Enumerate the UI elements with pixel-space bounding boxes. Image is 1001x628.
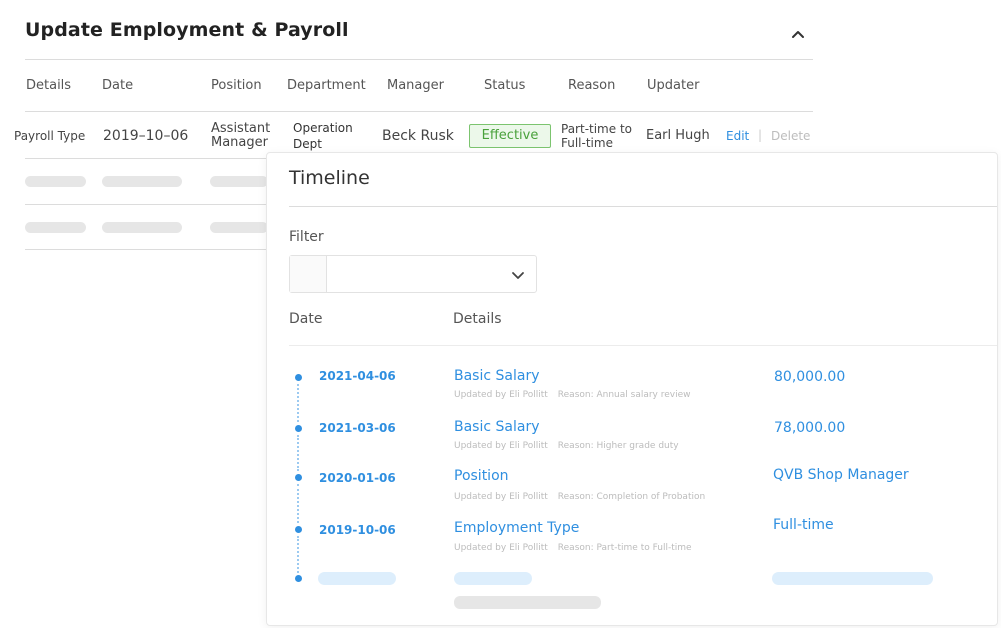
timeline-entry-meta: Updated by Eli Pollitt Reason: Completion… [454, 492, 706, 502]
skeleton-name [454, 572, 532, 585]
row-divider [25, 204, 270, 205]
skeleton-meta [454, 596, 601, 609]
col-department: Department [287, 78, 366, 93]
status-badge: Effective [469, 124, 551, 148]
delete-link[interactable]: Delete [771, 129, 810, 143]
skeleton-cell [102, 176, 182, 187]
timeline-dot [295, 425, 302, 432]
timeline-dot [295, 474, 302, 481]
col-manager: Manager [387, 78, 444, 93]
row-reason: Part-time to Full-time [561, 122, 632, 150]
row-divider [25, 249, 270, 250]
timeline-entry-name[interactable]: Employment Type [454, 520, 579, 536]
timeline-title: Timeline [289, 167, 370, 189]
timeline-dot [295, 526, 302, 533]
timeline-entry-value: QVB Shop Manager [773, 467, 909, 483]
col-date: Date [102, 78, 134, 93]
timeline-entry-name[interactable]: Position [454, 468, 509, 484]
timeline-connector [297, 384, 299, 422]
timeline-connector [297, 484, 299, 523]
collapse-button[interactable] [788, 24, 808, 44]
timeline-entry-date: 2021-03-06 [319, 421, 396, 435]
timeline-dot [295, 374, 302, 381]
timeline-entry-date: 2021-04-06 [319, 369, 396, 383]
row-updater: Earl Hugh [646, 128, 710, 143]
skeleton-cell [210, 176, 268, 187]
timeline-connector [297, 536, 299, 573]
row-position: Assistant Manager [211, 121, 271, 150]
chevron-up-icon [792, 31, 804, 38]
row-divider [25, 158, 270, 159]
timeline-entry-name[interactable]: Basic Salary [454, 368, 540, 384]
timeline-connector [297, 435, 299, 471]
filter-select[interactable] [289, 255, 537, 293]
table-header-divider [25, 111, 813, 112]
col-details-header: Details [453, 311, 502, 327]
col-date-header: Date [289, 311, 323, 327]
skeleton-cell [25, 222, 86, 233]
row-details: Payroll Type [14, 129, 86, 143]
col-status: Status [484, 78, 526, 93]
chevron-down-icon [512, 272, 524, 279]
col-updater: Updater [647, 78, 700, 93]
timeline-entry-date: 2020-01-06 [319, 471, 396, 485]
filter-prefix [290, 256, 327, 292]
col-details: Details [26, 78, 72, 93]
skeleton-cell [102, 222, 182, 233]
col-position: Position [211, 78, 262, 93]
skeleton-cell [25, 176, 86, 187]
timeline-entry-value: Full-time [773, 517, 834, 533]
page-title: Update Employment & Payroll [25, 19, 349, 41]
column-header-divider [289, 345, 997, 346]
timeline-entry-value: 78,000.00 [774, 420, 846, 436]
timeline-entry-date: 2019-10-06 [319, 523, 396, 537]
skeleton-date [318, 572, 396, 585]
skeleton-value [772, 572, 933, 585]
timeline-entry-meta: Updated by Eli Pollitt Reason: Higher gra… [454, 441, 679, 451]
skeleton-cell [210, 222, 268, 233]
header-divider [25, 59, 813, 60]
timeline-dot [295, 575, 302, 582]
timeline-title-divider [289, 206, 997, 207]
timeline-entry-value: 80,000.00 [774, 369, 846, 385]
timeline-entry-meta: Updated by Eli Pollitt Reason: Part-time … [454, 543, 692, 553]
row-date: 2019–10–06 [103, 128, 189, 144]
edit-link[interactable]: Edit [726, 129, 749, 143]
filter-label: Filter [289, 229, 324, 245]
action-separator: | [758, 128, 763, 142]
timeline-entry-name[interactable]: Basic Salary [454, 419, 540, 435]
col-reason: Reason [568, 78, 616, 93]
row-manager: Beck Rusk [382, 128, 454, 144]
timeline-entry-meta: Updated by Eli Pollitt Reason: Annual sal… [454, 390, 691, 400]
timeline-panel: Timeline Filter Date Details 2021-04-06 … [266, 152, 998, 626]
row-department: Operation Dept [293, 121, 353, 151]
